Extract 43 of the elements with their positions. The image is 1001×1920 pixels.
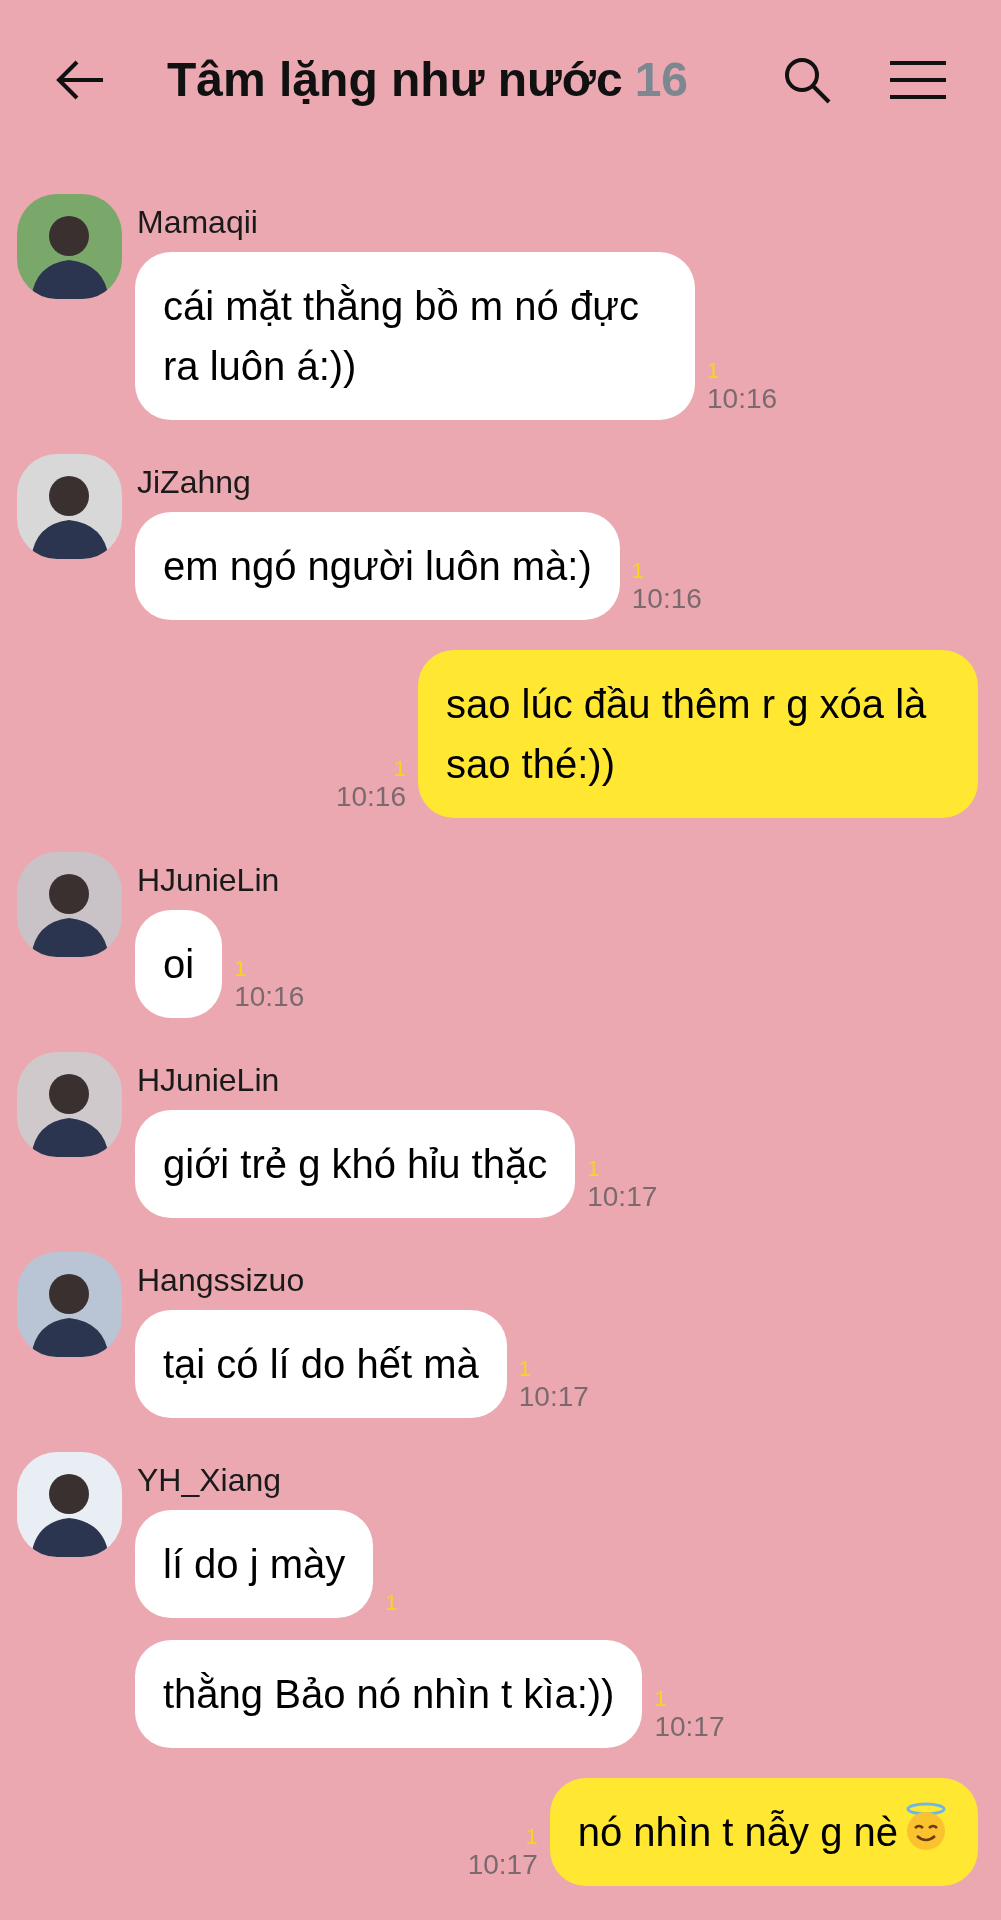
message-bubble: sao lúc đầu thêm r g xóa là sao thé:)) [418, 650, 978, 818]
message-bubble: oi [135, 910, 223, 1018]
unread-count: 1 [518, 1358, 531, 1380]
message-time: 10:17 [467, 1848, 538, 1882]
avatar[interactable] [17, 194, 122, 299]
unread-count: 1 [631, 560, 645, 582]
message-time: 10:17 [518, 1380, 589, 1414]
unread-count: 1 [654, 1688, 667, 1710]
unread-count: 1 [234, 958, 247, 980]
menu-icon[interactable] [890, 60, 946, 100]
message-time: 10:17 [654, 1710, 725, 1744]
chat-title: Tâm lặng như nước [167, 52, 623, 108]
search-icon[interactable] [782, 55, 832, 105]
member-count: 16 [634, 52, 689, 108]
avatar[interactable] [17, 1252, 122, 1357]
message-bubble: lí do j mày [135, 1510, 374, 1618]
message-bubble: giới trẻ g khó hỉu thặc [135, 1110, 576, 1218]
message-time: 10:17 [587, 1180, 658, 1214]
message-bubble: nó nhìn t nẫy g nè [549, 1778, 978, 1886]
back-arrow-icon[interactable] [55, 59, 105, 101]
avatar[interactable] [17, 454, 122, 559]
sender-name: YH_Xiang [137, 1461, 283, 1500]
sender-name: HJunieLin [137, 1061, 281, 1100]
message-bubble: thằng Bảo nó nhìn t kìa:)) [135, 1640, 643, 1748]
message-bubble: tại có lí do hết mà [135, 1310, 507, 1418]
unread-count: 1 [587, 1158, 600, 1180]
avatar[interactable] [17, 1052, 122, 1157]
unread-count: 1 [525, 1826, 538, 1848]
message-time: 10:16 [335, 780, 406, 814]
message-time: 10:16 [234, 980, 305, 1014]
sender-name: JiZahng [137, 463, 252, 502]
avatar[interactable] [17, 852, 122, 957]
message-time: 10:16 [707, 382, 778, 416]
unread-count: 1 [393, 758, 406, 780]
message-bubble: cái mặt thằng bồ m nó đực ra luôn á:)) [135, 252, 695, 420]
avatar[interactable] [17, 1452, 122, 1557]
message-bubble: em ngó người luôn mà:) [135, 512, 620, 620]
message-time: 10:16 [631, 582, 702, 616]
unread-count: 1 [385, 1592, 398, 1614]
sender-name: Hangssizuo [137, 1261, 306, 1300]
unread-count: 1 [707, 360, 720, 382]
sender-name: HJunieLin [137, 861, 281, 900]
sender-name: Mamaqii [137, 203, 259, 242]
